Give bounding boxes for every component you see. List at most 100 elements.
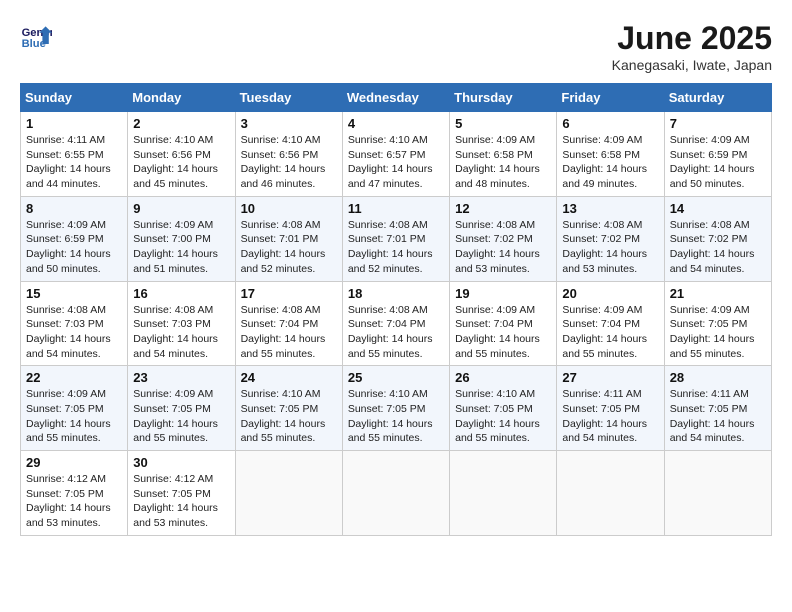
logo: General Blue <box>20 20 52 52</box>
day-info: Sunrise: 4:11 AMSunset: 7:05 PMDaylight:… <box>562 388 647 444</box>
day-info: Sunrise: 4:09 AMSunset: 7:05 PMDaylight:… <box>26 388 111 444</box>
day-info: Sunrise: 4:12 AMSunset: 7:05 PMDaylight:… <box>26 473 111 529</box>
day-info: Sunrise: 4:09 AMSunset: 7:04 PMDaylight:… <box>455 304 540 360</box>
calendar-cell: 3 Sunrise: 4:10 AMSunset: 6:56 PMDayligh… <box>235 112 342 197</box>
day-info: Sunrise: 4:09 AMSunset: 6:59 PMDaylight:… <box>670 134 755 190</box>
calendar-cell: 13 Sunrise: 4:08 AMSunset: 7:02 PMDaylig… <box>557 196 664 281</box>
calendar-cell: 8 Sunrise: 4:09 AMSunset: 6:59 PMDayligh… <box>21 196 128 281</box>
day-number: 10 <box>241 201 337 216</box>
day-info: Sunrise: 4:10 AMSunset: 7:05 PMDaylight:… <box>241 388 326 444</box>
calendar-cell: 2 Sunrise: 4:10 AMSunset: 6:56 PMDayligh… <box>128 112 235 197</box>
day-number: 4 <box>348 116 444 131</box>
day-number: 22 <box>26 370 122 385</box>
header-wednesday: Wednesday <box>342 84 449 112</box>
calendar-cell <box>450 451 557 536</box>
svg-text:Blue: Blue <box>22 38 46 50</box>
calendar-cell: 21 Sunrise: 4:09 AMSunset: 7:05 PMDaylig… <box>664 281 771 366</box>
day-number: 21 <box>670 286 766 301</box>
day-info: Sunrise: 4:09 AMSunset: 6:58 PMDaylight:… <box>455 134 540 190</box>
calendar-cell: 29 Sunrise: 4:12 AMSunset: 7:05 PMDaylig… <box>21 451 128 536</box>
calendar-cell: 7 Sunrise: 4:09 AMSunset: 6:59 PMDayligh… <box>664 112 771 197</box>
day-info: Sunrise: 4:09 AMSunset: 7:05 PMDaylight:… <box>670 304 755 360</box>
day-number: 25 <box>348 370 444 385</box>
day-number: 15 <box>26 286 122 301</box>
day-info: Sunrise: 4:09 AMSunset: 7:04 PMDaylight:… <box>562 304 647 360</box>
day-number: 13 <box>562 201 658 216</box>
calendar-cell: 23 Sunrise: 4:09 AMSunset: 7:05 PMDaylig… <box>128 366 235 451</box>
calendar-cell: 6 Sunrise: 4:09 AMSunset: 6:58 PMDayligh… <box>557 112 664 197</box>
day-info: Sunrise: 4:09 AMSunset: 7:00 PMDaylight:… <box>133 219 218 275</box>
day-number: 28 <box>670 370 766 385</box>
day-info: Sunrise: 4:08 AMSunset: 7:02 PMDaylight:… <box>670 219 755 275</box>
day-number: 7 <box>670 116 766 131</box>
calendar-cell: 25 Sunrise: 4:10 AMSunset: 7:05 PMDaylig… <box>342 366 449 451</box>
calendar-cell: 22 Sunrise: 4:09 AMSunset: 7:05 PMDaylig… <box>21 366 128 451</box>
day-number: 12 <box>455 201 551 216</box>
calendar-cell: 4 Sunrise: 4:10 AMSunset: 6:57 PMDayligh… <box>342 112 449 197</box>
calendar-table: Sunday Monday Tuesday Wednesday Thursday… <box>20 83 772 536</box>
calendar-cell <box>664 451 771 536</box>
calendar-cell: 27 Sunrise: 4:11 AMSunset: 7:05 PMDaylig… <box>557 366 664 451</box>
day-info: Sunrise: 4:12 AMSunset: 7:05 PMDaylight:… <box>133 473 218 529</box>
page-header: General Blue June 2025 Kanegasaki, Iwate… <box>20 20 772 73</box>
calendar-cell: 19 Sunrise: 4:09 AMSunset: 7:04 PMDaylig… <box>450 281 557 366</box>
header-sunday: Sunday <box>21 84 128 112</box>
header-monday: Monday <box>128 84 235 112</box>
day-number: 20 <box>562 286 658 301</box>
day-number: 16 <box>133 286 229 301</box>
calendar-cell <box>342 451 449 536</box>
day-info: Sunrise: 4:10 AMSunset: 7:05 PMDaylight:… <box>455 388 540 444</box>
day-number: 18 <box>348 286 444 301</box>
day-number: 3 <box>241 116 337 131</box>
header-thursday: Thursday <box>450 84 557 112</box>
day-info: Sunrise: 4:08 AMSunset: 7:01 PMDaylight:… <box>348 219 433 275</box>
day-info: Sunrise: 4:08 AMSunset: 7:02 PMDaylight:… <box>562 219 647 275</box>
month-title: June 2025 <box>612 20 772 57</box>
location: Kanegasaki, Iwate, Japan <box>612 57 772 73</box>
day-info: Sunrise: 4:10 AMSunset: 6:56 PMDaylight:… <box>241 134 326 190</box>
day-number: 11 <box>348 201 444 216</box>
day-number: 5 <box>455 116 551 131</box>
day-number: 2 <box>133 116 229 131</box>
title-block: June 2025 Kanegasaki, Iwate, Japan <box>612 20 772 73</box>
calendar-cell: 5 Sunrise: 4:09 AMSunset: 6:58 PMDayligh… <box>450 112 557 197</box>
day-number: 30 <box>133 455 229 470</box>
calendar-cell: 10 Sunrise: 4:08 AMSunset: 7:01 PMDaylig… <box>235 196 342 281</box>
day-info: Sunrise: 4:09 AMSunset: 7:05 PMDaylight:… <box>133 388 218 444</box>
day-number: 27 <box>562 370 658 385</box>
day-info: Sunrise: 4:08 AMSunset: 7:01 PMDaylight:… <box>241 219 326 275</box>
calendar-cell: 1 Sunrise: 4:11 AMSunset: 6:55 PMDayligh… <box>21 112 128 197</box>
weekday-header-row: Sunday Monday Tuesday Wednesday Thursday… <box>21 84 772 112</box>
header-friday: Friday <box>557 84 664 112</box>
calendar-cell: 30 Sunrise: 4:12 AMSunset: 7:05 PMDaylig… <box>128 451 235 536</box>
day-info: Sunrise: 4:08 AMSunset: 7:04 PMDaylight:… <box>241 304 326 360</box>
day-number: 1 <box>26 116 122 131</box>
day-info: Sunrise: 4:09 AMSunset: 6:59 PMDaylight:… <box>26 219 111 275</box>
calendar-cell: 11 Sunrise: 4:08 AMSunset: 7:01 PMDaylig… <box>342 196 449 281</box>
day-number: 6 <box>562 116 658 131</box>
day-number: 19 <box>455 286 551 301</box>
day-number: 17 <box>241 286 337 301</box>
day-number: 14 <box>670 201 766 216</box>
day-number: 29 <box>26 455 122 470</box>
day-info: Sunrise: 4:10 AMSunset: 6:57 PMDaylight:… <box>348 134 433 190</box>
day-number: 8 <box>26 201 122 216</box>
day-number: 9 <box>133 201 229 216</box>
day-info: Sunrise: 4:09 AMSunset: 6:58 PMDaylight:… <box>562 134 647 190</box>
calendar-cell: 12 Sunrise: 4:08 AMSunset: 7:02 PMDaylig… <box>450 196 557 281</box>
calendar-cell: 24 Sunrise: 4:10 AMSunset: 7:05 PMDaylig… <box>235 366 342 451</box>
calendar-cell: 26 Sunrise: 4:10 AMSunset: 7:05 PMDaylig… <box>450 366 557 451</box>
day-number: 23 <box>133 370 229 385</box>
calendar-cell: 20 Sunrise: 4:09 AMSunset: 7:04 PMDaylig… <box>557 281 664 366</box>
calendar-cell: 14 Sunrise: 4:08 AMSunset: 7:02 PMDaylig… <box>664 196 771 281</box>
day-info: Sunrise: 4:08 AMSunset: 7:03 PMDaylight:… <box>26 304 111 360</box>
day-info: Sunrise: 4:08 AMSunset: 7:04 PMDaylight:… <box>348 304 433 360</box>
day-number: 26 <box>455 370 551 385</box>
calendar-cell: 17 Sunrise: 4:08 AMSunset: 7:04 PMDaylig… <box>235 281 342 366</box>
calendar-cell: 18 Sunrise: 4:08 AMSunset: 7:04 PMDaylig… <box>342 281 449 366</box>
day-info: Sunrise: 4:11 AMSunset: 7:05 PMDaylight:… <box>670 388 755 444</box>
day-info: Sunrise: 4:11 AMSunset: 6:55 PMDaylight:… <box>26 134 111 190</box>
calendar-cell: 9 Sunrise: 4:09 AMSunset: 7:00 PMDayligh… <box>128 196 235 281</box>
calendar-cell <box>235 451 342 536</box>
calendar-cell <box>557 451 664 536</box>
